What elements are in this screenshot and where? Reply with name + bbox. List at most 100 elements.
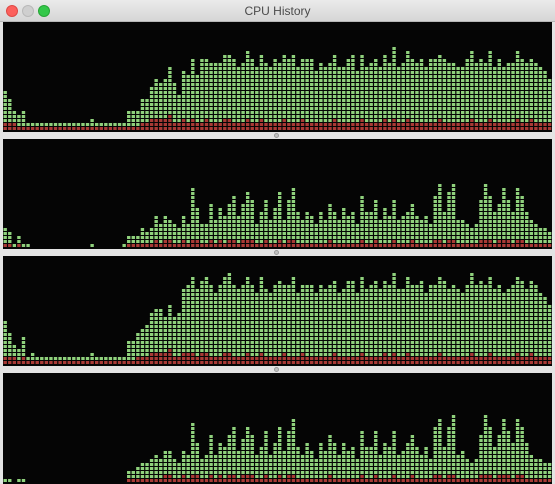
system-load-cell [419, 361, 424, 364]
user-load-cell [300, 83, 305, 86]
user-load-cell [502, 341, 506, 344]
user-load-cell [438, 289, 442, 292]
user-load-cell [259, 111, 264, 114]
user-load-cell [291, 103, 296, 106]
user-load-cell [195, 305, 200, 308]
user-load-cell [186, 111, 190, 114]
user-load-cell [502, 224, 506, 227]
system-load-cell [140, 244, 145, 247]
system-load-cell [154, 244, 158, 247]
user-load-cell [300, 79, 305, 82]
user-load-cell [218, 451, 222, 454]
user-load-cell [241, 95, 245, 98]
system-load-cell [355, 244, 360, 247]
user-load-cell [21, 349, 26, 352]
user-load-cell [236, 228, 241, 231]
user-load-cell [287, 107, 291, 110]
user-load-cell [520, 301, 524, 304]
system-load-cell [264, 475, 268, 478]
system-load-cell [332, 244, 337, 247]
user-load-cell [396, 471, 401, 474]
user-load-cell [255, 83, 259, 86]
user-load-cell [447, 204, 451, 207]
user-load-cell [529, 59, 534, 62]
system-load-cell [328, 240, 332, 243]
user-load-cell [209, 467, 213, 470]
user-load-cell [483, 220, 488, 223]
user-load-cell [259, 91, 264, 94]
user-load-cell [506, 99, 511, 102]
user-load-cell [282, 345, 286, 348]
user-load-cell [488, 236, 492, 239]
user-load-cell [213, 87, 218, 90]
user-load-cell [520, 228, 524, 231]
user-load-cell [396, 341, 401, 344]
user-load-cell [181, 71, 186, 74]
user-load-cell [227, 59, 232, 62]
user-load-cell [140, 228, 145, 231]
user-load-cell [488, 305, 492, 308]
user-load-cell [520, 281, 524, 284]
panel-divider[interactable] [0, 249, 555, 256]
user-load-cell [323, 475, 328, 478]
user-load-cell [291, 236, 296, 239]
user-load-cell [232, 228, 236, 231]
user-load-cell [465, 293, 469, 296]
user-load-cell [323, 83, 328, 86]
user-load-cell [209, 216, 213, 219]
system-load-cell [149, 357, 154, 360]
user-load-cell [268, 67, 273, 70]
user-load-cell [305, 285, 309, 288]
user-load-cell [291, 277, 296, 280]
system-load-cell [200, 244, 204, 247]
system-load-cell [323, 357, 328, 360]
user-load-cell [12, 244, 17, 247]
user-load-cell [479, 200, 483, 203]
split-handle-icon[interactable] [274, 250, 279, 255]
user-load-cell [232, 447, 236, 450]
split-handle-icon[interactable] [274, 133, 279, 138]
user-load-cell [291, 349, 296, 352]
user-load-cell [374, 309, 378, 312]
user-load-cell [342, 447, 346, 450]
system-load-cell [360, 475, 364, 478]
user-load-cell [369, 475, 373, 478]
user-load-cell [364, 83, 369, 86]
panel-divider[interactable] [0, 366, 555, 373]
user-load-cell [342, 455, 346, 458]
user-load-cell [342, 75, 346, 78]
system-load-cell [451, 123, 456, 126]
user-load-cell [465, 79, 469, 82]
user-load-cell [319, 313, 323, 316]
panel-divider[interactable] [0, 132, 555, 139]
user-load-cell [149, 337, 154, 340]
user-load-cell [461, 111, 465, 114]
system-load-cell [245, 479, 250, 482]
user-load-cell [369, 103, 373, 106]
user-load-cell [145, 236, 149, 239]
system-load-cell [547, 357, 552, 360]
user-load-cell [255, 337, 259, 340]
user-load-cell [191, 297, 195, 300]
user-load-cell [236, 293, 241, 296]
user-load-cell [177, 325, 181, 328]
system-load-cell [406, 123, 410, 126]
user-load-cell [515, 337, 520, 340]
user-load-cell [451, 119, 456, 122]
user-load-cell [218, 313, 222, 316]
user-load-cell [236, 455, 241, 458]
user-load-cell [337, 119, 341, 122]
system-load-cell [168, 475, 172, 478]
system-load-cell [442, 244, 447, 247]
user-load-cell [433, 427, 437, 430]
user-load-cell [342, 349, 346, 352]
user-load-cell [305, 325, 309, 328]
user-load-cell [369, 71, 373, 74]
split-handle-icon[interactable] [274, 367, 279, 372]
user-load-cell [323, 228, 328, 231]
user-load-cell [543, 236, 547, 239]
user-load-cell [351, 83, 355, 86]
user-load-cell [12, 345, 17, 348]
user-load-cell [200, 459, 204, 462]
user-load-cell [282, 313, 286, 316]
